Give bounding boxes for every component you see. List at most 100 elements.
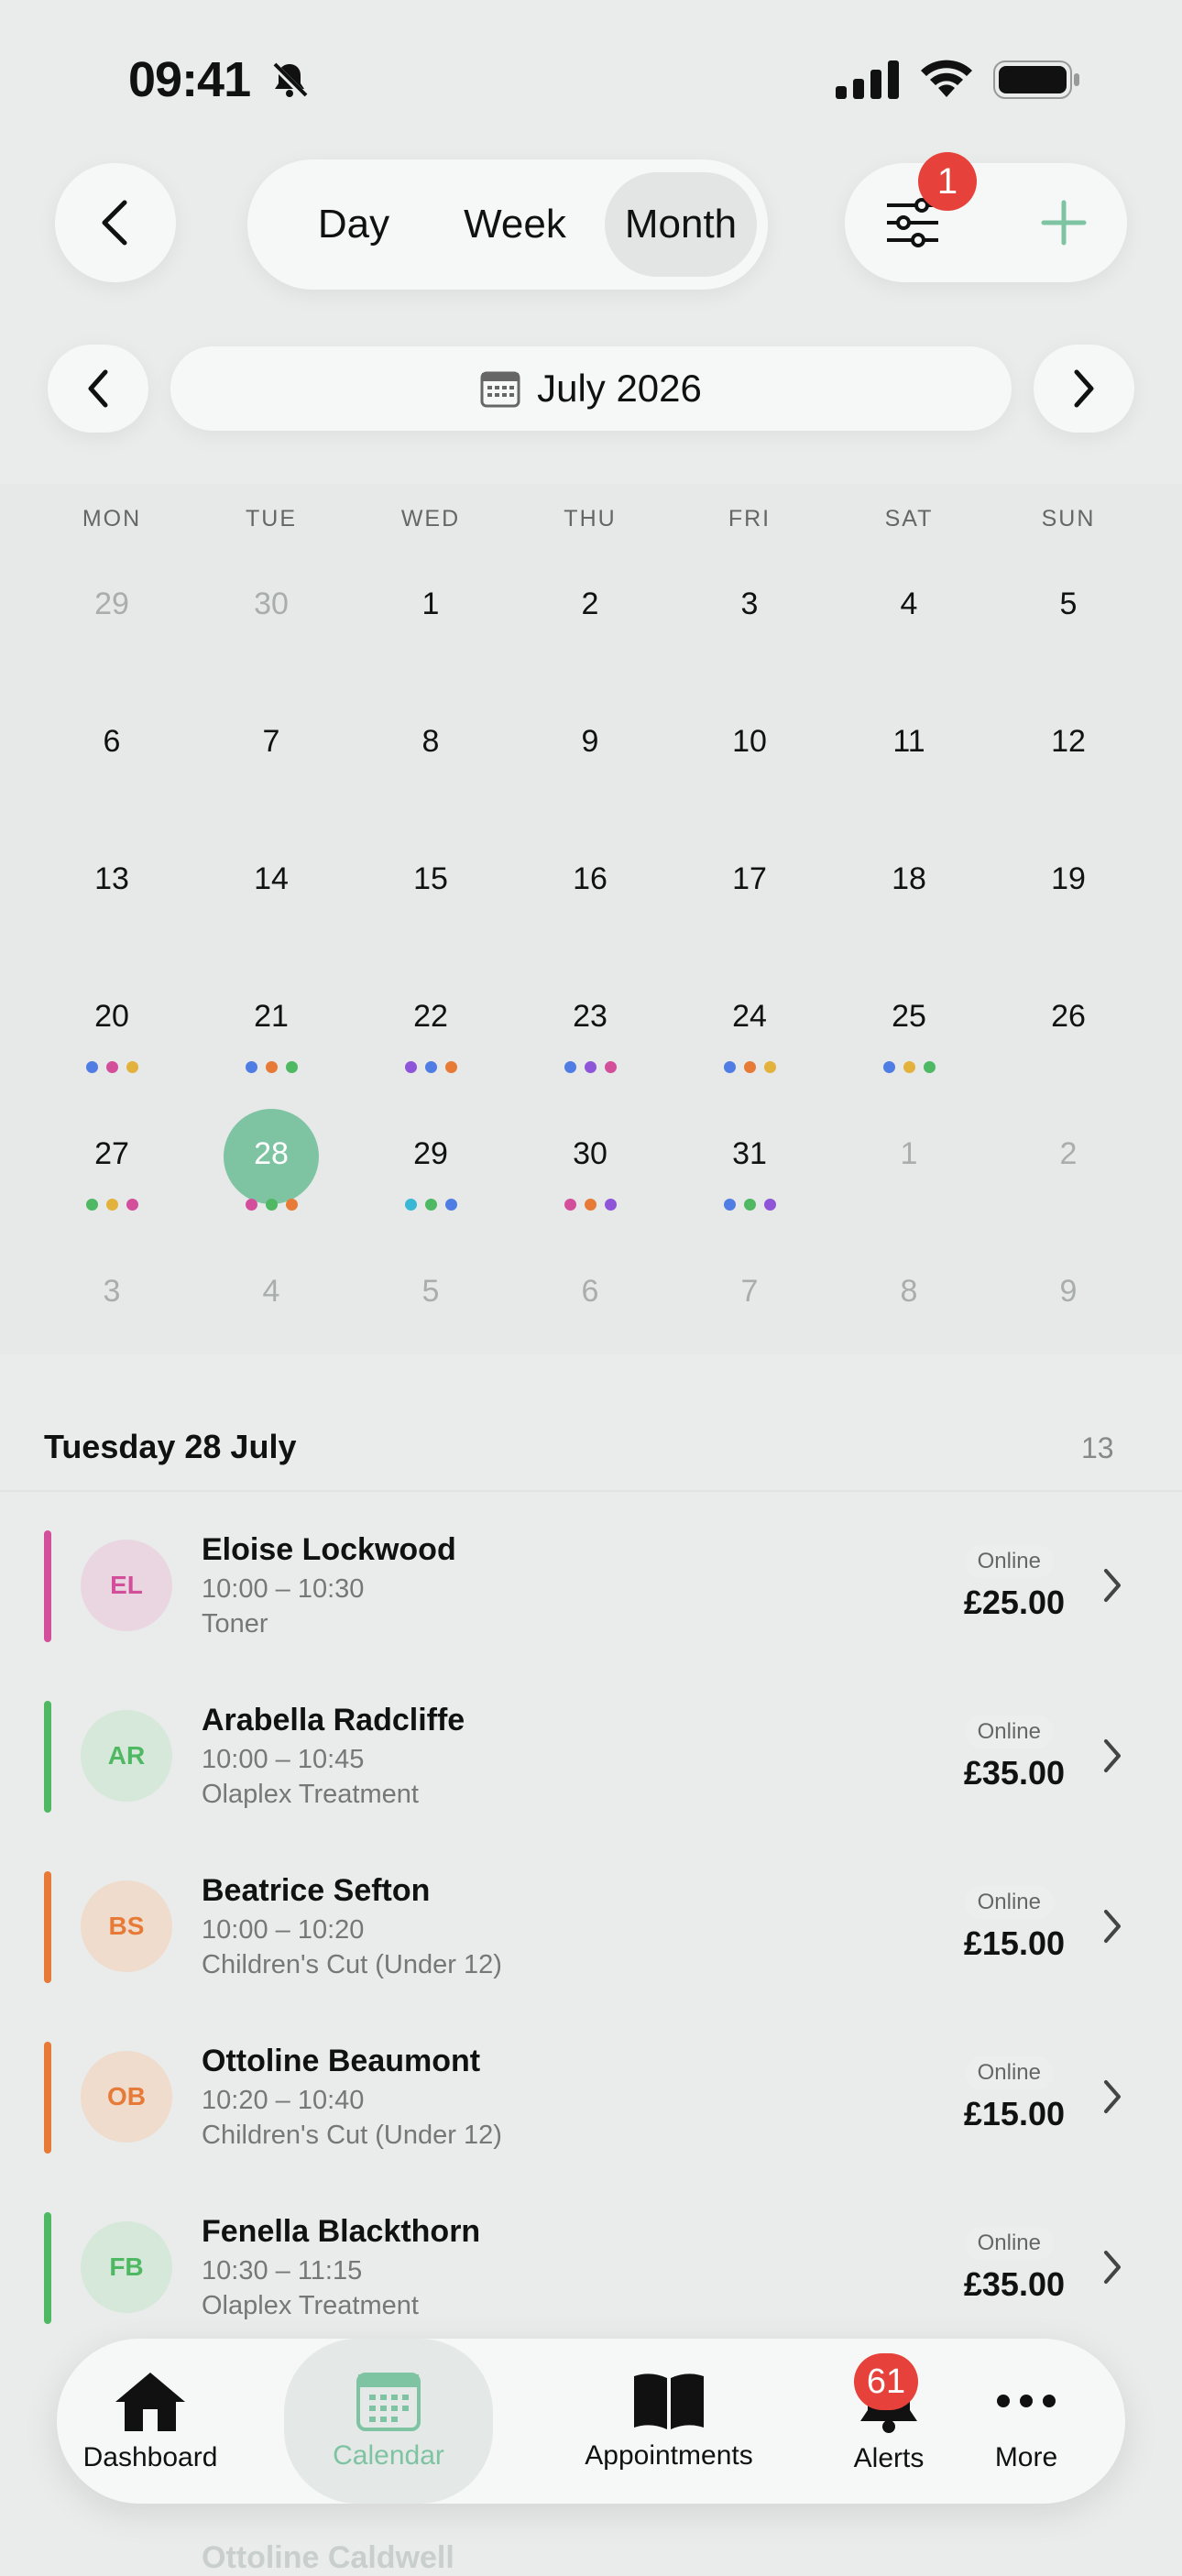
event-dot [286, 1199, 298, 1211]
calendar-day[interactable]: 9 [989, 1274, 1148, 1310]
calendar-day[interactable]: 6 [32, 724, 192, 760]
chevron-left-icon [88, 369, 108, 408]
filter-badge: 1 [918, 152, 977, 211]
event-dot [425, 1061, 437, 1073]
appointment-row[interactable]: OB Ottoline Beaumont 10:20 – 10:40 Children… [0, 2033, 1182, 2203]
service-name: Olaplex Treatment [202, 2291, 419, 2320]
appointment-price: £15.00 [963, 2095, 1065, 2132]
event-dot [126, 1061, 138, 1073]
calendar-day[interactable]: 28 [192, 1136, 351, 1172]
calendar-day[interactable]: 2 [989, 1136, 1148, 1172]
calendar-day[interactable]: 23 [510, 999, 670, 1035]
calendar-day[interactable]: 29 [32, 586, 192, 622]
tab-day[interactable]: Day [279, 172, 429, 277]
next-month-button[interactable] [1034, 345, 1134, 433]
booking-source-badge: Online [964, 1545, 1054, 1578]
month-picker-button[interactable]: July 2026 [170, 346, 1012, 431]
tab-appointments[interactable]: Appointments [513, 2339, 825, 2504]
calendar-day[interactable]: 30 [510, 1136, 670, 1172]
calendar-day[interactable]: 12 [989, 724, 1148, 760]
list-item-faded-name: Ottoline Caldwell [202, 2540, 454, 2575]
event-dot [924, 1061, 936, 1073]
event-dot [266, 1199, 278, 1211]
appointment-row[interactable]: AR Arabella Radcliffe 10:00 – 10:45 Olaplex… [0, 1692, 1182, 1862]
calendar-day[interactable]: 14 [192, 861, 351, 897]
calendar-day[interactable]: 1 [829, 1136, 989, 1172]
appointment-row[interactable]: EL Eloise Lockwood 10:00 – 10:30 Toner Onlin… [0, 1521, 1182, 1692]
calendar-day[interactable]: 5 [989, 586, 1148, 622]
calendar-day[interactable]: 3 [670, 586, 829, 622]
calendar-day[interactable]: 3 [32, 1274, 192, 1310]
calendar-day[interactable]: 6 [510, 1274, 670, 1310]
calendar-day[interactable]: 1 [351, 586, 510, 622]
calendar-day[interactable]: 20 [32, 999, 192, 1035]
calendar-day[interactable]: 4 [829, 586, 989, 622]
event-dot [106, 1061, 118, 1073]
appointment-time: 10:30 – 11:15 [202, 2256, 363, 2286]
service-color-bar [44, 1871, 51, 1983]
cellular-signal-icon [836, 60, 900, 104]
calendar-day[interactable]: 29 [351, 1136, 510, 1172]
tab-month[interactable]: Month [605, 172, 757, 277]
selected-day-title: Tuesday 28 July [44, 1428, 297, 1465]
calendar-day[interactable]: 31 [670, 1136, 829, 1172]
calendar-day[interactable]: 7 [192, 724, 351, 760]
calendar-day[interactable]: 7 [670, 1274, 829, 1310]
event-dot [744, 1199, 756, 1211]
calendar-day[interactable]: 16 [510, 861, 670, 897]
chevron-right-icon [1104, 2251, 1121, 2284]
appointment-time: 10:00 – 10:20 [202, 1915, 365, 1945]
calendar-day[interactable]: 15 [351, 861, 510, 897]
calendar-day[interactable]: 11 [829, 724, 989, 760]
event-dot [266, 1061, 278, 1073]
weekday-mon: MON [82, 506, 142, 532]
calendar-day[interactable]: 2 [510, 586, 670, 622]
event-dot [564, 1061, 576, 1073]
service-color-bar [44, 1530, 51, 1642]
appointment-price: £35.00 [963, 2265, 1065, 2303]
calendar-day[interactable]: 26 [989, 999, 1148, 1035]
appointment-row[interactable]: BS Beatrice Sefton 10:00 – 10:20 Children's… [0, 1862, 1182, 2033]
event-dot [425, 1199, 437, 1211]
back-button[interactable] [55, 163, 176, 282]
prev-month-button[interactable] [48, 345, 148, 433]
calendar-day[interactable]: 9 [510, 724, 670, 760]
alerts-badge: 61 [854, 2353, 918, 2410]
tab-more[interactable]: More [953, 2339, 1100, 2504]
calendar-day[interactable]: 24 [670, 999, 829, 1035]
calendar-day[interactable]: 8 [351, 724, 510, 760]
calendar-day[interactable]: 25 [829, 999, 989, 1035]
calendar-day[interactable]: 21 [192, 999, 351, 1035]
event-dot [585, 1199, 596, 1211]
tab-label: Alerts [853, 2443, 925, 2473]
add-button[interactable] [1041, 200, 1087, 250]
calendar-day[interactable]: 17 [670, 861, 829, 897]
calendar-day[interactable]: 19 [989, 861, 1148, 897]
calendar-day[interactable]: 10 [670, 724, 829, 760]
client-name: Eloise Lockwood [202, 1532, 456, 1567]
appointment-price: £35.00 [963, 1754, 1065, 1792]
calendar-day[interactable]: 5 [351, 1274, 510, 1310]
appointment-price: £15.00 [963, 1924, 1065, 1962]
tab-calendar[interactable]: Calendar [284, 2339, 493, 2504]
calendar-day[interactable]: 4 [192, 1274, 351, 1310]
weekday-tue: TUE [246, 506, 297, 532]
calendar-day[interactable]: 13 [32, 861, 192, 897]
tab-label: Dashboard [82, 2442, 218, 2472]
calendar-day[interactable]: 8 [829, 1274, 989, 1310]
booking-source-badge: Online [964, 2227, 1054, 2260]
tab-dashboard[interactable]: Dashboard [75, 2339, 225, 2504]
event-dot [405, 1061, 417, 1073]
weekday-thu: THU [564, 506, 617, 532]
weekday-fri: FRI [728, 506, 772, 532]
event-dot [764, 1199, 776, 1211]
event-dot [883, 1061, 895, 1073]
calendar-day[interactable]: 27 [32, 1136, 192, 1172]
tab-week[interactable]: Week [440, 172, 590, 277]
calendar-day[interactable]: 22 [351, 999, 510, 1035]
event-dot [903, 1061, 915, 1073]
avatar: OB [81, 2051, 172, 2143]
calendar-day[interactable]: 18 [829, 861, 989, 897]
calendar-day[interactable]: 30 [192, 586, 351, 622]
event-dot [86, 1061, 98, 1073]
